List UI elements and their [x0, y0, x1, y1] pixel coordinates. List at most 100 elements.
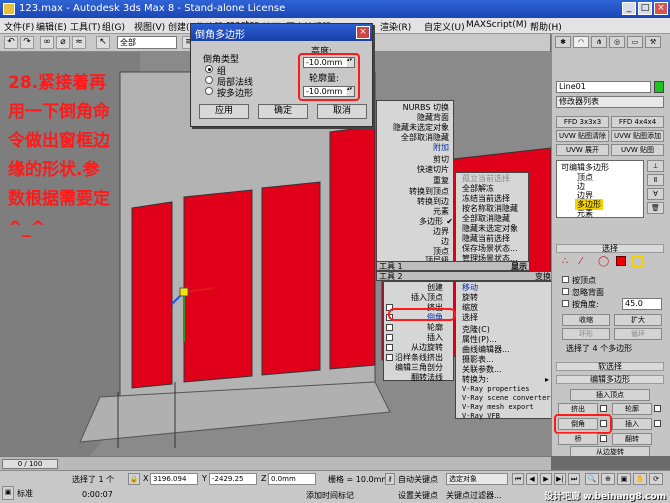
- quad-item[interactable]: 选择: [462, 313, 478, 322]
- cancel-button[interactable]: 取消: [317, 104, 367, 119]
- ffd-4x4x4-button[interactable]: FFD 4x4x4: [611, 116, 664, 128]
- quad-item[interactable]: 转换到边: [417, 197, 449, 206]
- quad-item[interactable]: 转换为:: [462, 375, 489, 384]
- set-key-button[interactable]: 设置关键点: [398, 490, 438, 501]
- quad-item[interactable]: 隐藏未选定对象: [393, 123, 449, 132]
- remove-modifier-icon[interactable]: 🗑: [647, 202, 664, 214]
- bind-space-warp-icon[interactable]: ≈: [72, 36, 86, 49]
- motion-tab-icon[interactable]: ◎: [609, 36, 625, 48]
- close-button[interactable]: ×: [654, 2, 668, 15]
- quad-item[interactable]: 孤立当前选择: [462, 174, 510, 183]
- inset-settings-icon[interactable]: [654, 420, 661, 427]
- quad-item[interactable]: 翻转法线: [411, 373, 443, 382]
- quad-item[interactable]: 插入: [427, 333, 443, 342]
- link-icon[interactable]: ∞: [40, 36, 54, 49]
- outline-settings-icon[interactable]: [654, 405, 661, 412]
- key-filters-button[interactable]: 关键点过滤器...: [446, 490, 502, 501]
- show-end-result-icon[interactable]: Ⅱ: [647, 174, 664, 186]
- quad-item[interactable]: 隐藏未选定对象: [462, 224, 518, 233]
- previous-frame-icon[interactable]: ◀: [526, 473, 538, 485]
- time-slider[interactable]: 0 / 100: [2, 459, 58, 469]
- ffd-3x3x3-button[interactable]: FFD 3x3x3: [556, 116, 609, 128]
- maximize-button[interactable]: □: [638, 2, 652, 15]
- border-level-icon[interactable]: ◯: [598, 256, 609, 267]
- quad-item[interactable]: 沿样条线挤出: [395, 353, 443, 362]
- menu-customize[interactable]: 自定义(U): [424, 20, 465, 33]
- bevel-type-local-normal-radio[interactable]: [205, 76, 213, 84]
- flip-button[interactable]: 翻转: [612, 433, 652, 445]
- y-coordinate-field[interactable]: -2429.25: [209, 473, 257, 485]
- settings-box-icon[interactable]: [386, 344, 393, 351]
- inset-button[interactable]: 插入: [612, 418, 652, 430]
- modifier-stack[interactable]: 可编辑多边形 顶点 边 边界 多边形 元素: [556, 160, 644, 218]
- uvw-map-button[interactable]: UVW 贴图: [611, 144, 664, 156]
- edge-level-icon[interactable]: ⁄: [580, 256, 582, 267]
- menu-maxscript[interactable]: MAXScript(M): [466, 20, 527, 30]
- outline-button[interactable]: 轮廓: [612, 403, 652, 415]
- display-tab-icon[interactable]: ▭: [627, 36, 643, 48]
- go-to-end-icon[interactable]: ⏭: [568, 473, 580, 485]
- element-level-icon[interactable]: [632, 255, 644, 267]
- zoom-icon[interactable]: 🔍: [585, 473, 599, 485]
- quad-item[interactable]: 剪切: [433, 155, 449, 164]
- select-object-icon[interactable]: ↖: [96, 36, 110, 49]
- quad-item[interactable]: 边: [441, 237, 449, 246]
- quad-item[interactable]: 关联参数...: [462, 365, 502, 374]
- bridge-button[interactable]: 桥: [558, 433, 598, 445]
- quad-item[interactable]: 元素: [433, 207, 449, 216]
- quad-item[interactable]: 全部取消隐藏: [401, 133, 449, 142]
- angle-spinner[interactable]: 45.0: [622, 298, 662, 310]
- object-color-swatch[interactable]: [654, 81, 664, 93]
- quad-item[interactable]: 编辑三角剖分: [395, 363, 443, 372]
- auto-key-button[interactable]: 自动关键点: [398, 474, 438, 485]
- pan-icon[interactable]: ✋: [633, 473, 647, 485]
- quad-item[interactable]: 重复: [433, 176, 449, 185]
- menu-group[interactable]: 组(G): [102, 20, 125, 33]
- maxscript-listener-icon[interactable]: ▣: [2, 486, 14, 500]
- add-time-tag[interactable]: 添加时间标记: [306, 490, 354, 501]
- go-to-start-icon[interactable]: ⏮: [512, 473, 524, 485]
- quad-item[interactable]: V-Ray VFB: [462, 412, 500, 421]
- menu-edit[interactable]: 编辑(E): [36, 20, 67, 33]
- selection-filter-dropdown[interactable]: 全部: [117, 36, 177, 49]
- settings-box-icon[interactable]: [386, 354, 393, 361]
- quad-item[interactable]: 摄影表...: [462, 355, 494, 364]
- quad-item-attach[interactable]: 附加: [433, 143, 449, 152]
- make-unique-icon[interactable]: ∀: [647, 188, 664, 200]
- menu-views[interactable]: 视图(V): [134, 20, 165, 33]
- quad-item[interactable]: V-Ray scene converter: [462, 394, 551, 403]
- quad-item[interactable]: 按名称取消隐藏: [462, 204, 518, 213]
- undo-icon[interactable]: ↶: [4, 36, 18, 49]
- ignore-backface-checkbox[interactable]: [562, 288, 569, 295]
- modifier-list-dropdown[interactable]: 修改器列表: [556, 96, 664, 108]
- menu-tools[interactable]: 工具(T): [70, 20, 101, 33]
- quad-item[interactable]: 保存场景状态...: [462, 244, 518, 253]
- z-coordinate-field[interactable]: 0.0mm: [268, 473, 316, 485]
- quad-item[interactable]: 隐藏背面: [417, 113, 449, 122]
- modify-tab-icon[interactable]: ◠: [573, 36, 589, 48]
- menu-file[interactable]: 文件(F): [4, 20, 34, 33]
- x-coordinate-field[interactable]: 3196.094: [150, 473, 198, 485]
- extrude-settings-icon[interactable]: [600, 405, 607, 412]
- quad-item[interactable]: 轮廓: [427, 323, 443, 332]
- zoom-extents-icon[interactable]: ▣: [617, 473, 631, 485]
- quad-item[interactable]: 全部取消隐藏: [462, 214, 510, 223]
- ok-button[interactable]: 确定: [258, 104, 308, 119]
- loop-button[interactable]: 循环: [614, 328, 662, 340]
- selection-set-dropdown[interactable]: 选定对象: [446, 473, 508, 485]
- object-name-field[interactable]: Line01: [556, 81, 651, 93]
- quad-item-move[interactable]: 移动: [462, 283, 478, 292]
- by-angle-checkbox[interactable]: [562, 300, 569, 307]
- ring-button[interactable]: 环形: [562, 328, 610, 340]
- selection-rollout-header[interactable]: 选择: [556, 244, 664, 253]
- quad-item[interactable]: 转换到顶点: [409, 187, 449, 196]
- quad-item[interactable]: 属性(P)...: [462, 335, 497, 344]
- hierarchy-tab-icon[interactable]: ⋔: [591, 36, 607, 48]
- quad-item[interactable]: NURBS 切换: [403, 103, 449, 112]
- quad-item[interactable]: 快速切片: [417, 165, 449, 174]
- play-icon[interactable]: ▶: [540, 473, 552, 485]
- quad-item[interactable]: 顶点: [433, 247, 449, 256]
- insert-vertex-button[interactable]: 插入顶点: [570, 389, 650, 401]
- settings-box-icon[interactable]: [386, 334, 393, 341]
- zoom-all-icon[interactable]: ⊕: [601, 473, 615, 485]
